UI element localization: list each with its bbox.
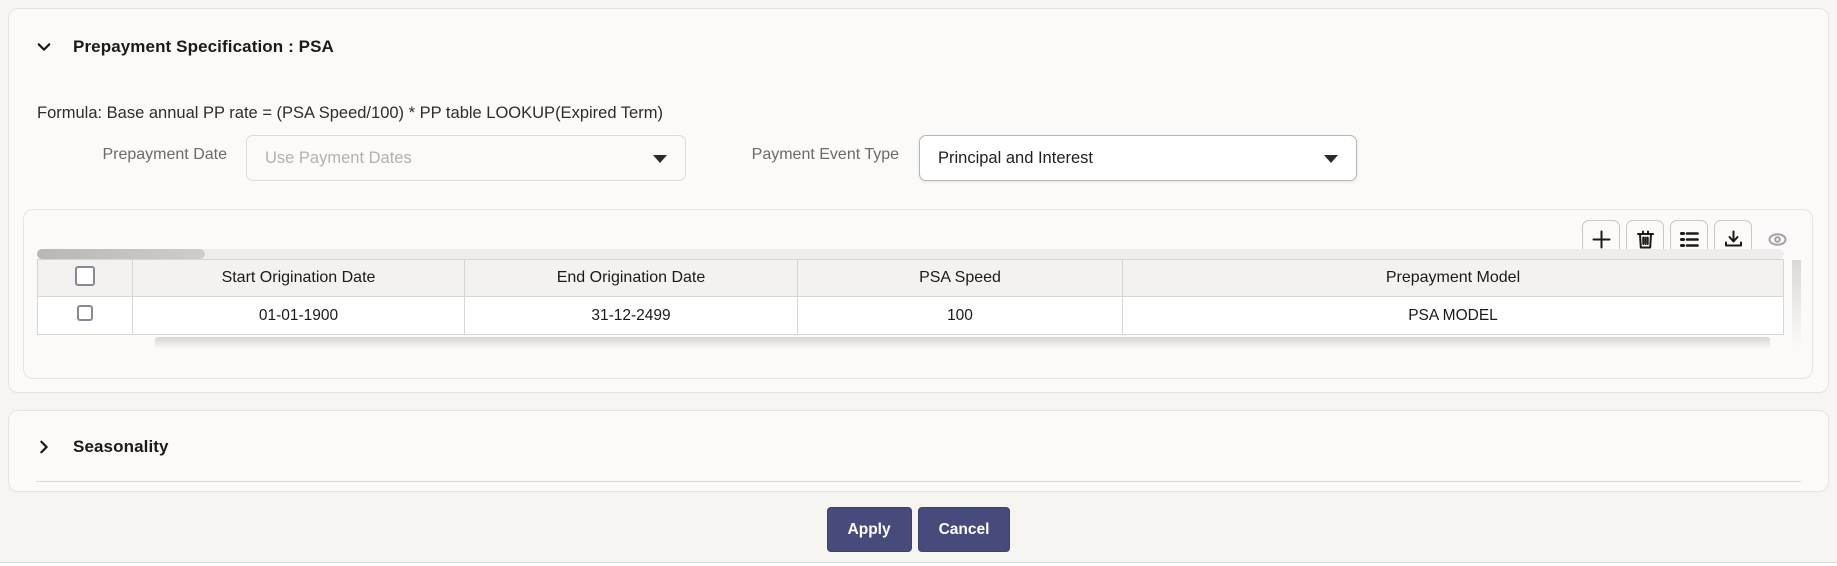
caret-down-icon [653, 155, 667, 163]
psa-speed-cell[interactable]: 100 [798, 297, 1123, 335]
payment-event-type-select[interactable]: Principal and Interest [919, 135, 1357, 181]
prepayment-table: Start Origination Date End Origination D… [37, 259, 1784, 335]
section-title: Seasonality [73, 437, 169, 457]
grid-right-shadow [1792, 260, 1801, 348]
prepayment-date-label: Prepayment Date [71, 146, 227, 164]
prepayment-date-value: Use Payment Dates [265, 149, 412, 168]
list-icon [1679, 229, 1700, 250]
table-header-row: Start Origination Date End Origination D… [38, 260, 1784, 297]
section-title: Prepayment Specification : PSA [73, 37, 334, 57]
payment-event-type-value: Principal and Interest [938, 149, 1093, 168]
trash-icon [1635, 229, 1656, 250]
select-all-checkbox[interactable] [75, 266, 95, 286]
field-row: Prepayment Date Use Payment Dates Paymen… [9, 134, 1828, 182]
horizontal-scrollbar-thumb[interactable] [37, 249, 205, 259]
column-header[interactable]: Prepayment Model [1123, 260, 1784, 297]
chevron-down-icon [37, 40, 51, 54]
end-origination-date-cell: 31-12-2499 [465, 297, 798, 335]
column-header[interactable]: Start Origination Date [133, 260, 465, 297]
start-origination-date-cell[interactable]: 01-01-1900 [133, 297, 465, 335]
horizontal-scrollbar[interactable] [37, 249, 1784, 259]
download-icon [1723, 229, 1744, 250]
footer-actions: Apply Cancel [0, 507, 1837, 552]
payment-event-type-label: Payment Event Type [733, 146, 899, 164]
chevron-right-icon [37, 440, 51, 454]
row-checkbox[interactable] [77, 305, 93, 321]
formula-text: Formula: Base annual PP rate = (PSA Spee… [37, 104, 663, 123]
prepayment-specification-card: Prepayment Specification : PSA Formula: … [8, 8, 1829, 393]
prepayment-specification-page: Prepayment Specification : PSA Formula: … [0, 0, 1837, 566]
row-select-cell [38, 297, 133, 335]
eye-icon [1767, 229, 1788, 250]
plus-icon [1591, 229, 1612, 250]
bottom-divider [0, 562, 1837, 566]
grid-bottom-shadow [155, 337, 1770, 349]
caret-down-icon [1324, 155, 1338, 163]
prepayment-grid-card: Start Origination Date End Origination D… [23, 209, 1813, 379]
apply-button[interactable]: Apply [827, 507, 912, 552]
column-header[interactable]: End Origination Date [465, 260, 798, 297]
column-header[interactable]: PSA Speed [798, 260, 1123, 297]
divider [36, 481, 1801, 482]
prepayment-section-header[interactable]: Prepayment Specification : PSA [37, 37, 334, 57]
seasonality-card: Seasonality [8, 410, 1829, 492]
cancel-button[interactable]: Cancel [918, 507, 1011, 552]
table-row: 01-01-1900 31-12-2499 100 PSA MODEL [38, 297, 1784, 335]
select-all-header-cell [38, 260, 133, 297]
prepayment-model-cell: PSA MODEL [1123, 297, 1784, 335]
seasonality-section-header[interactable]: Seasonality [37, 437, 169, 457]
prepayment-date-select[interactable]: Use Payment Dates [246, 135, 686, 181]
